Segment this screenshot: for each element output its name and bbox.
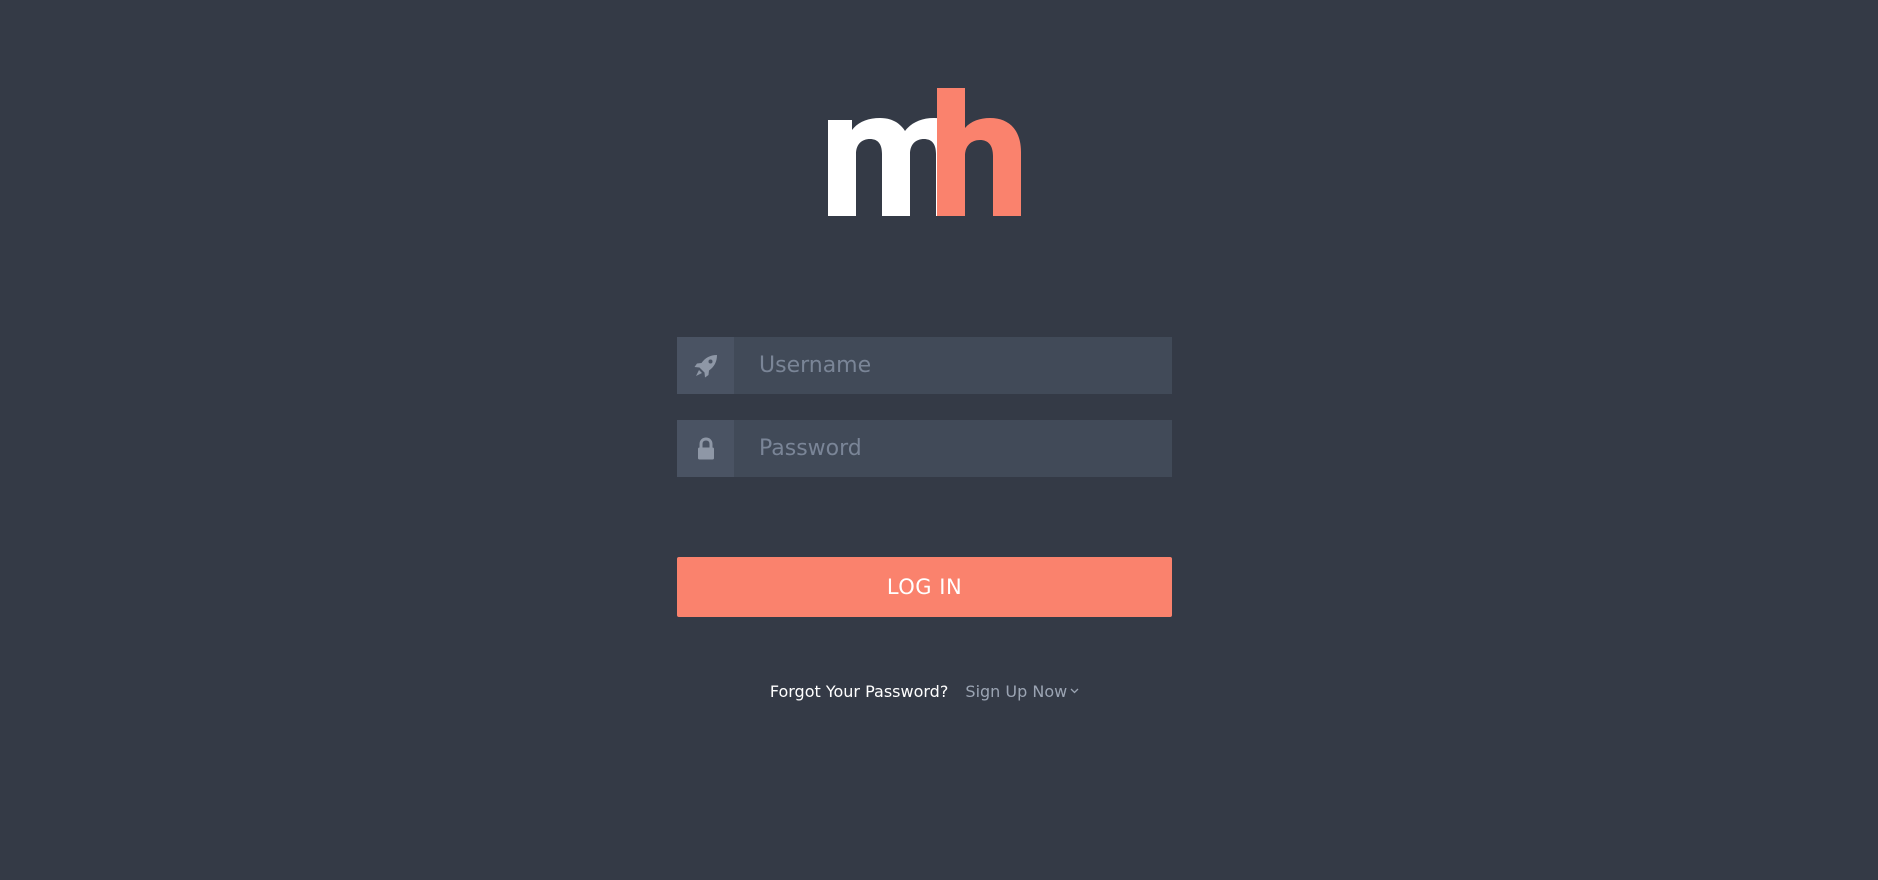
password-input[interactable]: [734, 420, 1172, 477]
forgot-password-link[interactable]: Forgot Your Password?: [770, 682, 949, 701]
password-field: [677, 420, 1172, 477]
chevron-down-icon: [1070, 688, 1079, 694]
login-page: LOG IN Forgot Your Password? Sign Up Now: [0, 0, 1878, 880]
sign-up-label: Sign Up Now: [965, 682, 1068, 701]
login-button[interactable]: LOG IN: [677, 557, 1172, 617]
mh-logo-icon: [828, 88, 1021, 216]
bottom-links: Forgot Your Password? Sign Up Now: [677, 682, 1172, 701]
rocket-icon: [694, 354, 717, 377]
username-field: [677, 337, 1172, 394]
lock-icon: [697, 436, 714, 459]
logo: [828, 88, 1022, 218]
username-input[interactable]: [734, 337, 1172, 394]
sign-up-link[interactable]: Sign Up Now: [965, 682, 1079, 701]
password-icon-box: [677, 420, 734, 477]
username-icon-box: [677, 337, 734, 394]
